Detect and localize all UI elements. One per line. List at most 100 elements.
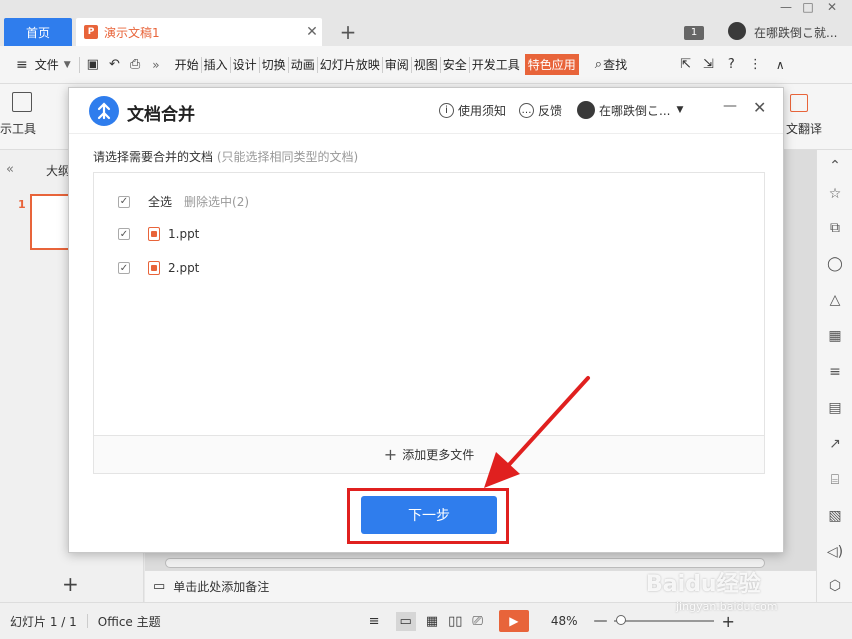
grid-icon[interactable]: ▦: [826, 328, 844, 346]
merge-documents-dialog: 文档合并 i 使用须知 … 反馈 在哪跌倒こ... ▼ — ✕ 请选择需要合并的…: [68, 87, 784, 553]
theme-name[interactable]: Office 主题: [98, 613, 161, 630]
tab-review[interactable]: 审阅: [384, 56, 410, 73]
tab-design[interactable]: 设计: [232, 56, 258, 73]
tab-security[interactable]: 安全: [442, 56, 468, 73]
audio-icon[interactable]: ◁): [826, 544, 844, 562]
maximize-icon[interactable]: □: [800, 0, 816, 14]
zoom-out-icon[interactable]: —: [594, 613, 608, 629]
translate-label[interactable]: 文翻译: [786, 120, 822, 137]
close-tab-icon[interactable]: ✕: [302, 24, 322, 40]
add-tab-button[interactable]: +: [336, 20, 360, 44]
file-name: 1.ppt: [168, 227, 200, 241]
tools-label[interactable]: 示工具: [0, 120, 36, 137]
divider: [316, 56, 318, 73]
select-all-label[interactable]: 全选: [148, 193, 172, 210]
print-icon[interactable]: ⎙: [130, 57, 140, 72]
tab-special-apps[interactable]: 特色应用: [524, 54, 579, 75]
more-options-icon[interactable]: ⋮: [749, 57, 762, 72]
divider: [410, 56, 412, 73]
save-icon[interactable]: ▣: [87, 57, 99, 72]
collapse-ribbon-icon[interactable]: ∧: [776, 58, 785, 72]
help-icon[interactable]: ?: [728, 57, 735, 72]
share-out-icon[interactable]: ↗: [826, 436, 844, 454]
tab-outline[interactable]: 大纲: [46, 162, 70, 179]
tab-insert[interactable]: 插入: [203, 56, 229, 73]
feedback-label: 反馈: [538, 104, 563, 118]
tools-icon[interactable]: [12, 92, 32, 112]
notes-placeholder[interactable]: 单击此处添加备注: [173, 578, 269, 595]
copy-icon[interactable]: ⧉: [826, 220, 844, 238]
right-sidebar: ⌃ ☆ ⧉ ◯ △ ▦ ≡ ▤ ↗ ⌸ ▧ ◁) ⬡: [816, 150, 852, 602]
tab-view[interactable]: 视图: [413, 56, 439, 73]
merge-logo-icon: [89, 96, 119, 126]
sorter-view-icon[interactable]: ▦: [426, 614, 438, 629]
fill-icon[interactable]: △: [826, 292, 844, 310]
search-icon[interactable]: ⌕: [595, 57, 602, 72]
feedback-link[interactable]: … 反馈: [519, 102, 562, 119]
dialog-user-menu[interactable]: 在哪跌倒こ... ▼: [577, 101, 683, 119]
divider: [86, 614, 88, 628]
close-window-icon[interactable]: ✕: [824, 0, 840, 14]
watermark-logo: Baidu经验: [646, 572, 761, 597]
search-button[interactable]: 查找: [602, 56, 628, 73]
select-all-checkbox[interactable]: ✓: [118, 195, 130, 208]
annotation-highlight-box: [347, 488, 509, 544]
chevron-down-icon[interactable]: ▼: [64, 60, 71, 70]
ppt-file-icon: [148, 261, 160, 275]
tab-animation[interactable]: 动画: [290, 56, 316, 73]
shield-icon[interactable]: ⬡: [826, 578, 844, 596]
shapes-icon[interactable]: ◯: [826, 256, 844, 274]
zoom-slider-handle[interactable]: [615, 615, 626, 625]
window-count-badge[interactable]: 1: [684, 26, 704, 40]
list-item: ✓ 1.ppt: [118, 227, 199, 241]
reading-view-icon[interactable]: ▯▯: [448, 614, 462, 629]
file-menu[interactable]: 文件: [34, 56, 60, 73]
presenter-icon[interactable]: ⎚: [472, 614, 482, 629]
divider: [78, 56, 80, 73]
hamburger-icon[interactable]: ≡: [16, 57, 28, 73]
tab-slideshow[interactable]: 幻灯片放映: [319, 56, 381, 73]
translate-icon[interactable]: [790, 94, 808, 112]
minimize-icon[interactable]: —: [778, 0, 794, 14]
user-name[interactable]: 在哪跌倒こ就...: [754, 24, 837, 41]
normal-view-icon[interactable]: ▭: [395, 611, 416, 631]
dialog-header: 文档合并 i 使用须知 … 反馈 在哪跌倒こ... ▼ — ✕: [69, 88, 783, 134]
image-icon[interactable]: ▤: [826, 400, 844, 418]
more-icon[interactable]: »: [152, 58, 159, 72]
chevron-up-icon[interactable]: ⌃: [826, 158, 844, 176]
divider: [381, 56, 383, 73]
tab-start[interactable]: 开始: [174, 56, 200, 73]
tab-document-label: 演示文稿1: [104, 25, 160, 40]
zoom-in-icon[interactable]: +: [722, 612, 735, 631]
add-more-files-button[interactable]: + 添加更多文件: [94, 435, 764, 473]
tab-document[interactable]: P 演示文稿1 ✕: [76, 18, 322, 46]
avatar: [577, 101, 595, 119]
export-icon[interactable]: ⇲: [703, 57, 714, 72]
archive-icon[interactable]: ⌸: [826, 472, 844, 490]
help-link[interactable]: i 使用须知: [439, 102, 506, 119]
file-checkbox[interactable]: ✓: [118, 262, 130, 274]
list-item: ✓ 2.ppt: [118, 261, 199, 275]
file-checkbox[interactable]: ✓: [118, 228, 130, 240]
tab-home[interactable]: 首页: [4, 18, 72, 46]
dialog-minimize-icon[interactable]: —: [723, 98, 737, 114]
delete-selected-link[interactable]: 删除选中(2): [184, 193, 249, 210]
dialog-close-icon[interactable]: ✕: [753, 98, 766, 117]
share-icon[interactable]: ⇱: [680, 57, 691, 72]
zoom-level[interactable]: 48%: [551, 614, 578, 628]
play-slideshow-button[interactable]: ▶: [498, 610, 529, 632]
undo-icon[interactable]: ↶: [109, 57, 120, 72]
collapse-panel-icon[interactable]: «: [6, 162, 14, 177]
add-slide-button[interactable]: +: [62, 572, 79, 596]
notes-toggle-icon[interactable]: ≡: [369, 614, 380, 629]
tab-developer[interactable]: 开发工具: [471, 56, 521, 73]
instruction-hint: (只能选择相同类型的文档): [216, 150, 359, 164]
caret-down-icon: ▼: [676, 105, 684, 115]
star-icon[interactable]: ☆: [826, 186, 844, 204]
tab-transition[interactable]: 切换: [261, 56, 287, 73]
merge-arrow-icon: [97, 102, 111, 120]
zoom-slider[interactable]: [613, 615, 714, 625]
avatar[interactable]: [728, 22, 746, 40]
picture-icon[interactable]: ▧: [826, 508, 844, 526]
sliders-icon[interactable]: ≡: [826, 364, 844, 382]
